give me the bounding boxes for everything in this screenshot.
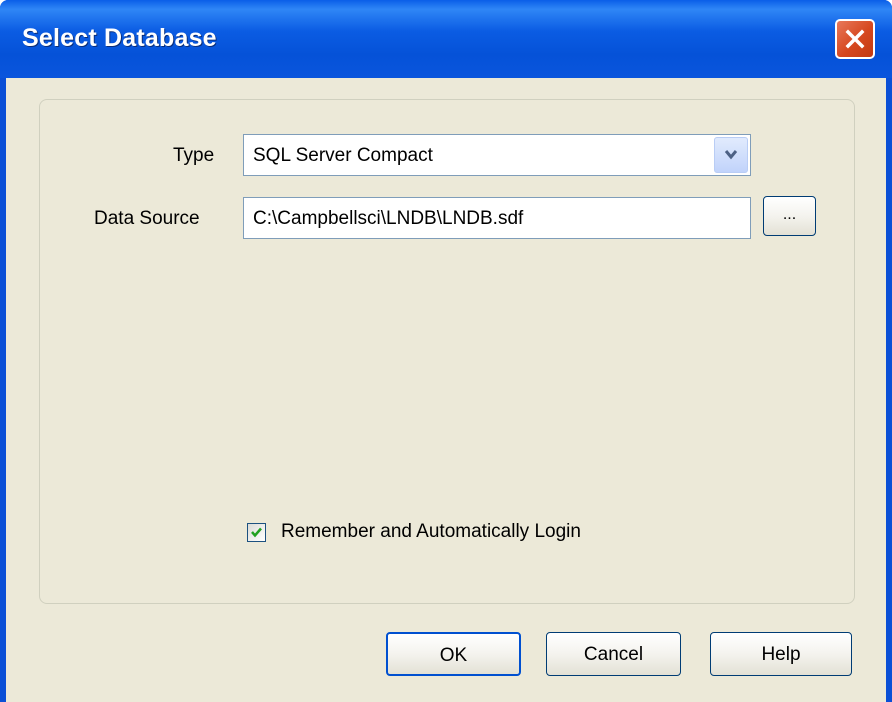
remember-checkbox[interactable] (247, 523, 266, 542)
ok-button[interactable]: OK (386, 632, 521, 676)
help-button-label: Help (761, 644, 801, 665)
select-database-dialog: Select Database Type SQL Server Compact … (0, 0, 892, 702)
type-dropdown[interactable]: SQL Server Compact (243, 134, 751, 176)
dropdown-arrow-button[interactable] (714, 137, 748, 173)
title-bar[interactable]: Select Database (0, 0, 892, 78)
checkmark-icon (251, 527, 262, 538)
ok-button-label: OK (439, 645, 468, 666)
window-title: Select Database (22, 24, 217, 52)
data-source-field[interactable]: C:\Campbellsci\LNDB\LNDB.sdf (243, 197, 751, 239)
data-source-value: C:\Campbellsci\LNDB\LNDB.sdf (253, 208, 524, 229)
data-source-label: Data Source (94, 208, 200, 229)
browse-button[interactable]: ... (763, 196, 816, 236)
cancel-button[interactable]: Cancel (546, 632, 681, 676)
dialog-body: Type SQL Server Compact Data Source C:\C… (6, 78, 886, 702)
chevron-down-icon (724, 150, 738, 160)
help-button[interactable]: Help (710, 632, 852, 676)
type-selected-value: SQL Server Compact (253, 145, 433, 166)
close-button[interactable] (835, 19, 875, 59)
cancel-button-label: Cancel (583, 644, 644, 665)
remember-checkbox-label[interactable]: Remember and Automatically Login (281, 521, 581, 543)
browse-button-label: ... (782, 206, 797, 223)
type-label: Type (173, 145, 215, 166)
close-icon (845, 29, 865, 49)
